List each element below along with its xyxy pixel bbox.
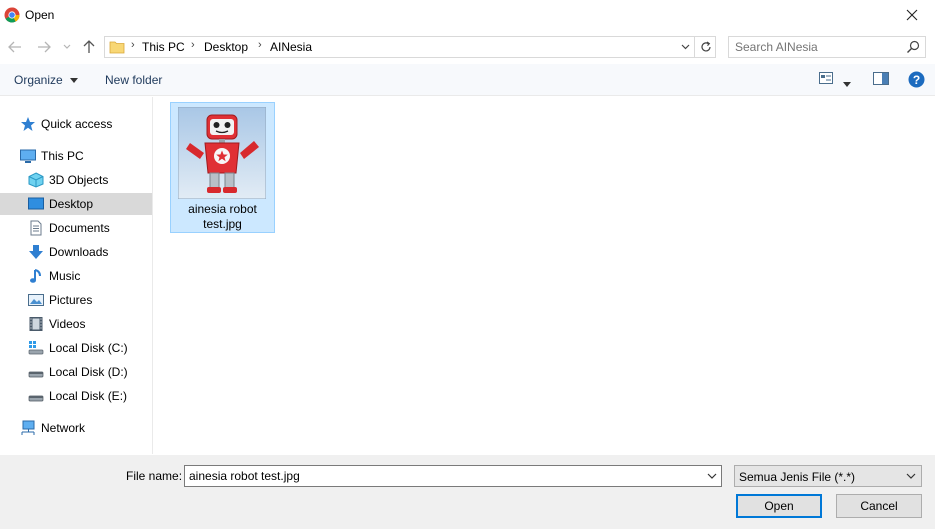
picture-icon	[28, 294, 44, 306]
breadcrumb-this-pc[interactable]: This PC	[142, 40, 185, 54]
close-icon	[906, 9, 918, 21]
robot-image-thumbnail	[178, 107, 266, 199]
breadcrumb-desktop[interactable]: Desktop	[204, 40, 248, 54]
command-bar: Organize New folder	[0, 64, 935, 96]
open-button[interactable]: Open	[736, 494, 822, 518]
desktop-icon	[28, 197, 44, 210]
drive-icon	[28, 395, 44, 402]
computer-icon	[20, 149, 36, 163]
chevron-down-icon	[681, 44, 689, 50]
help-button[interactable]: ?	[908, 71, 925, 91]
organize-label: Organize	[14, 73, 63, 87]
preview-pane-button[interactable]	[873, 72, 889, 88]
address-bar[interactable]: › This PC › Desktop › AINesia	[104, 36, 716, 58]
cube-icon	[28, 172, 44, 188]
file-item[interactable]: ainesia robot test.jpg	[170, 102, 275, 233]
drive-icon	[28, 371, 44, 378]
refresh-icon	[700, 41, 711, 52]
new-folder-button[interactable]: New folder	[105, 73, 162, 87]
title-bar: Open	[0, 0, 935, 30]
cancel-button[interactable]: Cancel	[836, 494, 922, 518]
preview-pane-icon	[873, 72, 889, 85]
arrow-left-icon	[8, 41, 21, 53]
chevron-down-icon	[63, 44, 71, 49]
chevron-down-icon	[70, 78, 79, 83]
svg-text:?: ?	[913, 73, 920, 87]
organize-button[interactable]: Organize	[14, 73, 79, 87]
forward-button[interactable]	[35, 38, 53, 56]
search-input[interactable]	[729, 37, 899, 57]
sidebar-item-3d-objects[interactable]: 3D Objects	[0, 169, 152, 191]
file-name-label: ainesia robot test.jpg	[188, 202, 257, 231]
breadcrumb-separator-icon: ›	[191, 39, 195, 51]
sidebar-item-quick-access[interactable]: Quick access	[0, 113, 152, 135]
sidebar-item-local-disk-c[interactable]: Local Disk (C:)	[0, 337, 152, 359]
breadcrumb-separator-icon: ›	[258, 39, 262, 51]
chevron-down-icon	[906, 473, 916, 479]
music-note-icon	[30, 269, 41, 283]
dialog-footer: File name: Semua Jenis File (*.*) Open C…	[0, 455, 935, 529]
file-name-combobox[interactable]	[184, 465, 722, 487]
sidebar-item-documents[interactable]: Documents	[0, 217, 152, 239]
folder-icon	[109, 41, 125, 54]
chrome-icon	[4, 7, 20, 23]
breadcrumb-ainesia[interactable]: AINesia	[270, 40, 312, 54]
film-icon	[29, 317, 43, 331]
file-type-value: Semua Jenis File (*.*)	[739, 470, 856, 484]
search-icon	[907, 40, 920, 53]
navigation-pane: Quick access This PC 3D Objects Desktop …	[0, 97, 153, 454]
file-list: ainesia robot test.jpg	[154, 97, 935, 454]
change-view-button[interactable]	[819, 72, 833, 87]
chevron-down-icon	[843, 82, 851, 87]
file-type-select[interactable]: Semua Jenis File (*.*)	[734, 465, 922, 487]
sidebar-item-downloads[interactable]: Downloads	[0, 241, 152, 263]
sidebar-item-network[interactable]: Network	[0, 417, 152, 439]
sidebar-item-local-disk-d[interactable]: Local Disk (D:)	[0, 361, 152, 383]
arrow-right-icon	[38, 41, 51, 53]
address-history-button[interactable]	[676, 36, 694, 58]
window-title: Open	[25, 8, 55, 22]
star-icon	[21, 117, 35, 131]
network-icon	[21, 420, 35, 435]
file-name-label: File name:	[126, 469, 183, 483]
sidebar-item-pictures[interactable]: Pictures	[0, 289, 152, 311]
sidebar-item-this-pc[interactable]: This PC	[0, 145, 152, 167]
sidebar-item-videos[interactable]: Videos	[0, 313, 152, 335]
sidebar-item-desktop[interactable]: Desktop	[0, 193, 152, 215]
refresh-button[interactable]	[694, 36, 716, 58]
back-button[interactable]	[6, 38, 24, 56]
sidebar-item-music[interactable]: Music	[0, 265, 152, 287]
download-arrow-icon	[29, 245, 43, 259]
close-button[interactable]	[889, 0, 935, 30]
chevron-down-icon[interactable]	[706, 469, 718, 483]
file-name-input[interactable]	[185, 466, 695, 486]
document-icon	[30, 220, 42, 236]
arrow-up-icon	[83, 40, 95, 53]
view-details-icon	[819, 72, 833, 84]
sidebar-item-local-disk-e[interactable]: Local Disk (E:)	[0, 385, 152, 407]
up-button[interactable]	[80, 38, 98, 56]
more-views-button[interactable]	[843, 76, 851, 90]
recent-locations-button[interactable]	[60, 38, 74, 56]
system-drive-icon	[28, 341, 44, 355]
breadcrumb-separator-icon: ›	[131, 39, 135, 51]
help-icon: ?	[908, 71, 925, 88]
search-box[interactable]	[728, 36, 926, 58]
